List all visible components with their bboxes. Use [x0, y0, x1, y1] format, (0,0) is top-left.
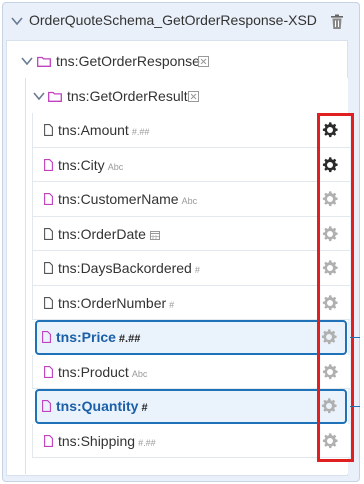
- complex-type-icon: [198, 56, 209, 67]
- field-type-hint: Abc: [181, 196, 198, 206]
- chevron-down-icon[interactable]: [10, 14, 24, 28]
- settings-gear-icon[interactable]: [321, 432, 339, 450]
- field-type-hint: #: [194, 265, 200, 275]
- field-name: tns:Quantity #: [56, 398, 148, 414]
- folder-icon: [48, 91, 62, 102]
- field-name: tns:Price #.##: [56, 329, 141, 345]
- child-node-label[interactable]: tns:GetOrderResult: [67, 88, 188, 104]
- chevron-down-icon[interactable]: [20, 54, 34, 68]
- root-node-label[interactable]: tns:GetOrderResponse: [56, 53, 200, 69]
- settings-gear-icon[interactable]: [321, 121, 339, 139]
- field-row[interactable]: tns:Product Abc: [32, 354, 350, 389]
- field-type-hint: Abc: [107, 161, 124, 172]
- field-type-hint: #.##: [138, 437, 156, 448]
- field-row[interactable]: tns:Quantity #: [35, 389, 347, 424]
- field-type-hint: #: [141, 402, 148, 414]
- settings-gear-icon[interactable]: [321, 225, 339, 243]
- field-row[interactable]: tns:Price #.##: [35, 320, 347, 355]
- settings-gear-icon[interactable]: [321, 156, 339, 174]
- document-icon: [44, 434, 53, 447]
- schema-header[interactable]: OrderQuoteSchema_GetOrderResponse-XSD: [3, 3, 359, 37]
- field-row[interactable]: tns:City Abc: [32, 147, 350, 182]
- document-icon: [42, 331, 51, 343]
- settings-gear-icon[interactable]: [320, 397, 338, 415]
- field-name: tns:Amount #.##: [58, 122, 150, 138]
- calendar-icon: [149, 230, 160, 240]
- document-icon: [44, 365, 53, 378]
- mapping-connector: [350, 337, 360, 338]
- field-name: tns:DaysBackordered #: [58, 260, 200, 276]
- chevron-down-icon[interactable]: [32, 89, 46, 103]
- field-name: tns:Product Abc: [58, 363, 148, 380]
- field-type-hint: #.##: [131, 127, 150, 137]
- field-name: tns:City Abc: [58, 156, 124, 173]
- field-row[interactable]: tns:CustomerName Abc: [32, 182, 350, 217]
- folder-icon: [37, 56, 51, 67]
- complex-type-icon: [188, 91, 199, 102]
- settings-gear-icon[interactable]: [320, 328, 338, 346]
- field-row[interactable]: tns:OrderDate: [32, 216, 350, 251]
- settings-gear-icon[interactable]: [321, 190, 339, 208]
- field-type-hint: Abc: [131, 368, 148, 379]
- document-icon: [44, 124, 53, 136]
- settings-gear-icon[interactable]: [321, 363, 339, 381]
- document-icon: [44, 262, 53, 274]
- document-icon: [44, 158, 53, 171]
- document-icon: [42, 400, 51, 412]
- field-list: tns:Amount #.## tns:City Abc tns:CustomerNam…: [32, 113, 350, 458]
- field-row[interactable]: tns:OrderNumber #: [32, 285, 350, 320]
- settings-gear-icon[interactable]: [321, 294, 339, 312]
- field-row[interactable]: tns:DaysBackordered #: [32, 251, 350, 286]
- field-name: tns:Shipping #.##: [58, 432, 156, 449]
- trash-icon[interactable]: [330, 14, 344, 30]
- field-name: tns:OrderNumber #: [58, 294, 175, 311]
- schema-title: OrderQuoteSchema_GetOrderResponse-XSD: [29, 12, 317, 28]
- document-icon: [44, 227, 53, 240]
- field-row[interactable]: tns:Amount #.##: [32, 113, 350, 148]
- field-type-hint: #.##: [118, 333, 141, 345]
- field-row[interactable]: tns:Shipping #.##: [32, 423, 350, 458]
- document-icon: [44, 296, 53, 309]
- mapping-connector: [350, 406, 360, 407]
- field-name: tns:OrderDate: [58, 226, 160, 242]
- field-name: tns:CustomerName Abc: [58, 191, 198, 207]
- settings-gear-icon[interactable]: [321, 259, 339, 277]
- field-type-hint: #: [169, 299, 175, 310]
- document-icon: [44, 193, 53, 205]
